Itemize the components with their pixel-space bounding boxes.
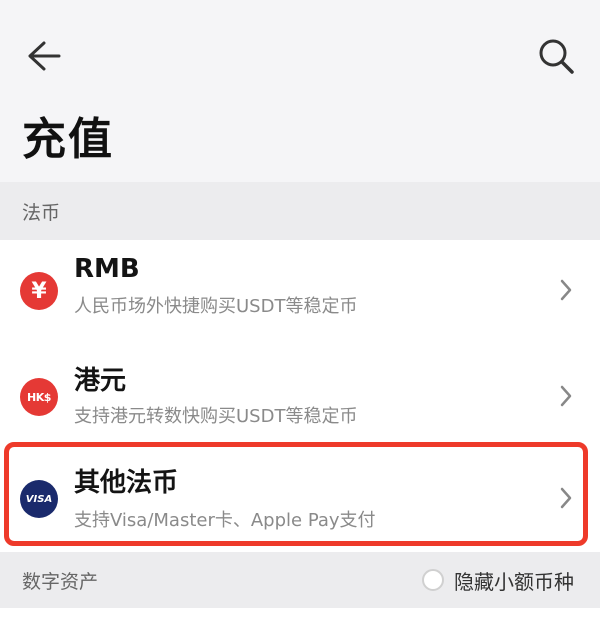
fiat-section-header: 法币 [0, 182, 600, 240]
chevron-right-icon [560, 385, 572, 407]
chevron-right-icon [560, 279, 572, 301]
item-subtitle-hkd: 支持港元转数快购买USDT等稳定币 [74, 406, 358, 427]
item-subtitle-rmb: 人民币场外快捷购买USDT等稳定币 [74, 296, 358, 317]
yuan-icon: ¥ [20, 272, 58, 310]
back-button[interactable] [22, 34, 66, 78]
bottom-strip [0, 608, 600, 626]
list-item-other-fiat[interactable]: VISA 其他法币 支持Visa/Master卡、Apple Pay支付 [0, 448, 600, 552]
page-title: 充值 [22, 114, 114, 165]
list-item-rmb[interactable]: ¥ RMB 人民币场外快捷购买USDT等稳定币 [0, 240, 600, 344]
search-button[interactable] [534, 34, 578, 78]
digital-section-label: 数字资产 [22, 570, 99, 593]
hide-small-label: 隐藏小额币种 [454, 569, 574, 594]
search-icon [539, 39, 574, 74]
fiat-list: ¥ RMB 人民币场外快捷购买USDT等稳定币 HK$ 港元 支持港元转数快购买… [0, 240, 600, 552]
list-item-hkd[interactable]: HK$ 港元 支持港元转数快购买USDT等稳定币 [0, 344, 600, 448]
fiat-section-label: 法币 [22, 201, 61, 224]
top-bar [0, 0, 600, 110]
digital-section-header: 数字资产 隐藏小额币种 [0, 552, 600, 608]
chevron-right-icon [560, 487, 572, 509]
visa-icon: VISA [20, 480, 58, 518]
arrow-left-icon [28, 41, 61, 71]
item-title-other-fiat: 其他法币 [74, 468, 179, 498]
item-title-hkd: 港元 [74, 366, 127, 396]
hide-small-toggle[interactable]: 隐藏小额币种 [422, 552, 574, 608]
radio-circle-icon[interactable] [422, 569, 444, 591]
item-subtitle-other-fiat: 支持Visa/Master卡、Apple Pay支付 [74, 510, 376, 531]
hkd-icon: HK$ [20, 378, 58, 416]
item-title-rmb: RMB [74, 254, 140, 284]
